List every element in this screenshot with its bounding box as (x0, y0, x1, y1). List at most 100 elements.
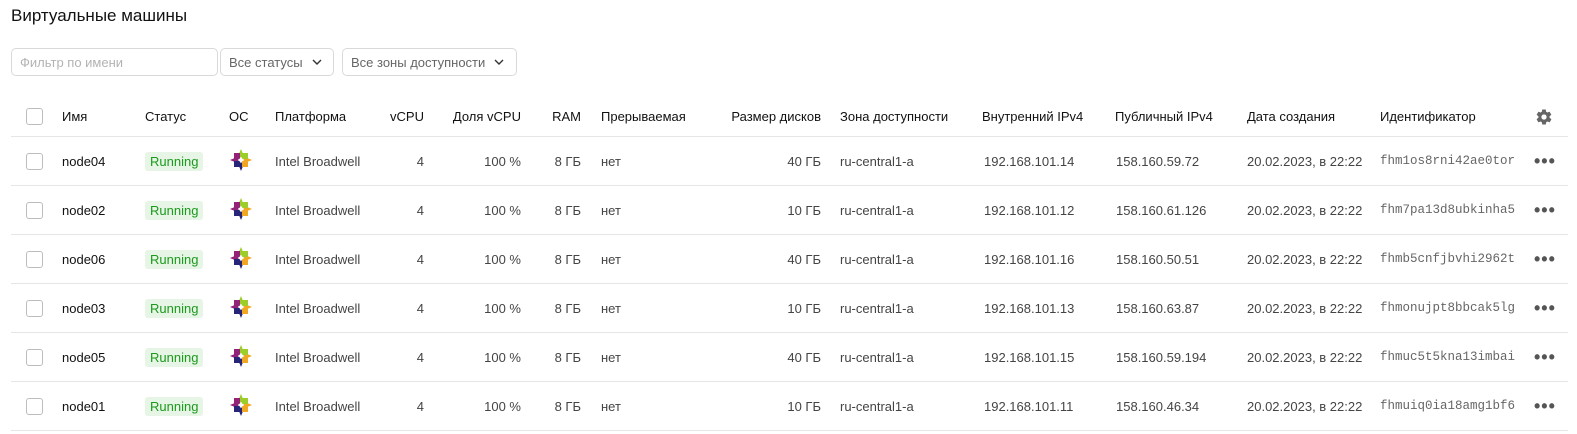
vm-name[interactable]: node01 (62, 382, 105, 430)
internal-ip-value: 192.168.101.14 (984, 153, 1075, 169)
vm-name[interactable]: node05 (62, 333, 105, 381)
col-vcpu-share[interactable]: Доля vCPU (431, 97, 521, 136)
zone-value: ru-central1-a (840, 251, 914, 267)
table-row[interactable]: node05 Running Intel Broadwell 4 100 % 8… (11, 333, 1568, 382)
table-row[interactable]: node01 Running Intel Broadwell 4 100 % 8… (11, 382, 1568, 431)
more-actions-icon[interactable]: ••• (1534, 186, 1556, 234)
row-checkbox[interactable] (26, 250, 43, 268)
disk-size-value: 10 ГБ (787, 300, 821, 316)
preemptible-value: нет (601, 398, 621, 414)
platform-value: Intel Broadwell (275, 300, 361, 316)
col-os[interactable]: ОС (229, 97, 249, 136)
centos-logo-icon (229, 246, 253, 273)
centos-logo-icon (229, 295, 253, 322)
public-ip-value: 158.160.46.34 (1116, 398, 1200, 414)
public-ip-value: 158.160.59.194 (1116, 349, 1207, 365)
more-actions-icon[interactable]: ••• (1534, 284, 1556, 332)
zone-value: ru-central1-a (840, 349, 914, 365)
centos-logo-icon (229, 344, 253, 371)
status-badge: Running (145, 200, 204, 220)
vm-table: Имя Статус ОС Платформа vCPU Доля vCPU R… (11, 97, 1568, 431)
vcpu-share-value: 100 % (484, 398, 521, 414)
chevron-down-icon (494, 59, 504, 65)
created-value: 20.02.2023, в 22:22 (1247, 153, 1363, 169)
col-zone[interactable]: Зона доступности (840, 97, 948, 136)
table-row[interactable]: node06 Running Intel Broadwell 4 100 % 8… (11, 235, 1568, 284)
zone-value: ru-central1-a (840, 202, 914, 218)
zone-value: ru-central1-a (840, 398, 914, 414)
preemptible-value: нет (601, 251, 621, 267)
vm-id-value: fhm1os8rni42ae0tor (1380, 154, 1516, 168)
ram-value: 8 ГБ (554, 398, 581, 414)
col-public-ip[interactable]: Публичный IPv4 (1115, 97, 1213, 136)
row-checkbox[interactable] (26, 348, 43, 366)
more-actions-icon[interactable]: ••• (1534, 137, 1556, 185)
preemptible-value: нет (601, 300, 621, 316)
vcpu-value: 4 (416, 398, 424, 414)
ram-value: 8 ГБ (554, 251, 581, 267)
col-id[interactable]: Идентификатор (1380, 97, 1476, 136)
col-status[interactable]: Статус (145, 97, 186, 136)
preemptible-value: нет (601, 349, 621, 365)
vcpu-value: 4 (416, 300, 424, 316)
platform-value: Intel Broadwell (275, 398, 361, 414)
table-header: Имя Статус ОС Платформа vCPU Доля vCPU R… (11, 97, 1568, 137)
table-row[interactable]: node04 Running Intel Broadwell 4 100 % 8… (11, 137, 1568, 186)
status-badge: Running (145, 396, 204, 416)
disk-size-value: 10 ГБ (787, 398, 821, 414)
status-badge: Running (145, 347, 204, 367)
vcpu-value: 4 (416, 153, 424, 169)
col-name[interactable]: Имя (62, 97, 87, 136)
row-checkbox[interactable] (26, 299, 43, 317)
vm-name[interactable]: node06 (62, 235, 105, 283)
vm-name[interactable]: node04 (62, 137, 105, 185)
col-disk-size[interactable]: Размер дисков (701, 97, 821, 136)
status-badge: Running (145, 249, 204, 269)
row-checkbox[interactable] (26, 152, 43, 170)
created-value: 20.02.2023, в 22:22 (1247, 202, 1363, 218)
status-badge: Running (145, 151, 204, 171)
col-preemptible[interactable]: Прерываемая (601, 97, 686, 136)
row-checkbox[interactable] (26, 397, 43, 415)
zone-select-value: Все зоны доступности (351, 54, 486, 70)
col-ram[interactable]: RAM (531, 97, 581, 136)
created-value: 20.02.2023, в 22:22 (1247, 251, 1363, 267)
ram-value: 8 ГБ (554, 153, 581, 169)
centos-logo-icon (229, 197, 253, 224)
row-checkbox[interactable] (26, 201, 43, 219)
vm-name[interactable]: node03 (62, 284, 105, 332)
col-vcpu[interactable]: vCPU (376, 97, 424, 136)
more-actions-icon[interactable]: ••• (1534, 333, 1556, 381)
more-actions-icon[interactable]: ••• (1534, 235, 1556, 283)
vcpu-value: 4 (416, 202, 424, 218)
vm-name[interactable]: node02 (62, 186, 105, 234)
col-internal-ip[interactable]: Внутренний IPv4 (982, 97, 1083, 136)
table-settings-button[interactable] (1535, 97, 1553, 136)
vm-id-value: fhmb5cnfjbvhi2962t (1380, 252, 1516, 266)
vm-id-value: fhmuiq0ia18amg1bf6 (1380, 399, 1516, 413)
platform-value: Intel Broadwell (275, 251, 361, 267)
name-filter-input[interactable] (11, 48, 218, 76)
vcpu-value: 4 (416, 349, 424, 365)
table-row[interactable]: node03 Running Intel Broadwell 4 100 % 8… (11, 284, 1568, 333)
table-row[interactable]: node02 Running Intel Broadwell 4 100 % 8… (11, 186, 1568, 235)
status-badge: Running (145, 298, 204, 318)
vcpu-share-value: 100 % (484, 153, 521, 169)
zone-value: ru-central1-a (840, 300, 914, 316)
col-platform[interactable]: Платформа (275, 97, 346, 136)
vm-id-value: fhmonujpt8bbcak5lg (1380, 301, 1516, 315)
internal-ip-value: 192.168.101.15 (984, 349, 1075, 365)
more-actions-icon[interactable]: ••• (1534, 382, 1556, 430)
gear-icon (1536, 108, 1552, 125)
zone-select[interactable]: Все зоны доступности (342, 48, 517, 76)
select-all-checkbox[interactable] (26, 108, 43, 125)
status-select[interactable]: Все статусы (220, 48, 334, 76)
public-ip-value: 158.160.61.126 (1116, 202, 1207, 218)
chevron-down-icon (312, 59, 322, 65)
ram-value: 8 ГБ (554, 349, 581, 365)
preemptible-value: нет (601, 153, 621, 169)
centos-logo-icon (229, 393, 253, 420)
col-created[interactable]: Дата создания (1247, 97, 1335, 136)
vcpu-share-value: 100 % (484, 202, 521, 218)
platform-value: Intel Broadwell (275, 349, 361, 365)
